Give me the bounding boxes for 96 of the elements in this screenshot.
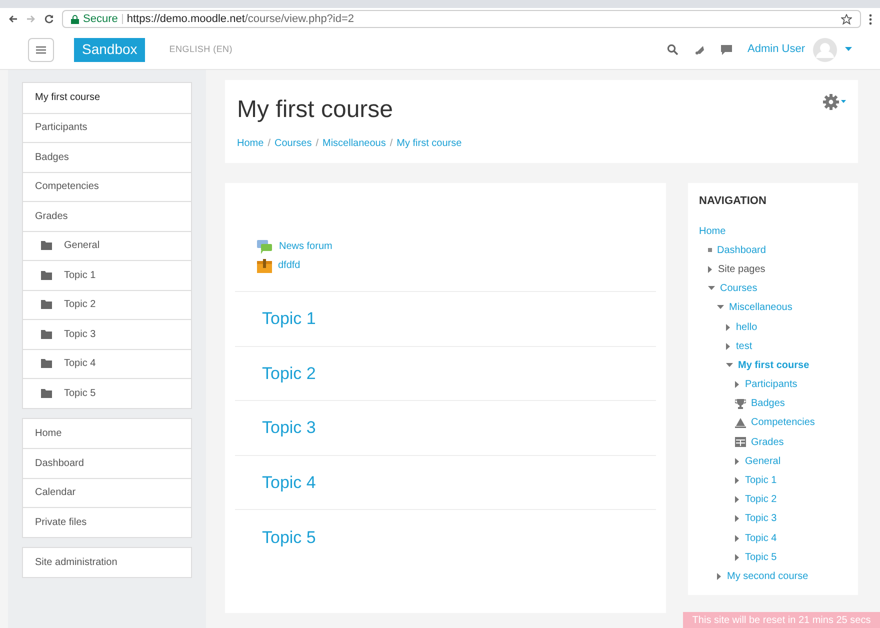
- sidebar-item[interactable]: Grades: [23, 201, 191, 230]
- nav-link[interactable]: Participants: [745, 377, 798, 392]
- nav-link[interactable]: My second course: [727, 568, 808, 584]
- sidebar-item[interactable]: Competencies: [23, 172, 191, 201]
- message-icon[interactable]: [720, 44, 732, 54]
- menu-button[interactable]: [28, 38, 54, 62]
- nav-link[interactable]: Miscellaneous: [729, 300, 792, 316]
- trophy-icon: [735, 398, 746, 409]
- folder-icon: [41, 300, 52, 310]
- sidebar-item[interactable]: Participants: [23, 112, 191, 142]
- folder-icon: [41, 359, 52, 368]
- breadcrumb-link[interactable]: My first course: [396, 136, 462, 151]
- nav-link[interactable]: Courses: [720, 281, 758, 296]
- back-icon[interactable]: [8, 14, 18, 24]
- caret-right-icon[interactable]: [735, 477, 740, 484]
- activity-link[interactable]: dfdfd: [278, 258, 300, 273]
- nav-link[interactable]: My first course: [738, 358, 810, 373]
- sidebar-item[interactable]: Dashboard: [23, 448, 191, 478]
- nav-link[interactable]: Topic 3: [745, 511, 777, 526]
- nav-link[interactable]: Competencies: [751, 415, 815, 430]
- activity-link[interactable]: News forum: [279, 239, 332, 254]
- topic-heading[interactable]: Topic 3: [262, 415, 316, 440]
- caret-right-icon[interactable]: [735, 381, 740, 388]
- breadcrumb-separator: /: [268, 137, 270, 151]
- secure-label: Secure: [83, 12, 118, 27]
- forum-icon: [257, 240, 273, 254]
- search-icon[interactable]: [666, 44, 678, 55]
- sidebar-item[interactable]: Badges: [23, 142, 191, 172]
- nav-link[interactable]: Home: [699, 224, 726, 239]
- caret-right-icon[interactable]: [735, 458, 740, 465]
- lock-icon: [71, 14, 79, 24]
- caret-down-icon[interactable]: [726, 362, 733, 368]
- caret-icon[interactable]: [845, 47, 852, 52]
- folder-icon: [41, 270, 52, 280]
- nav-link[interactable]: Badges: [751, 396, 785, 412]
- sidebar-item[interactable]: Topic 1: [23, 260, 191, 290]
- caret-right-icon[interactable]: [735, 496, 740, 504]
- topic-heading[interactable]: Topic 5: [262, 524, 316, 550]
- caret-down-icon[interactable]: [717, 305, 724, 310]
- breadcrumb-link[interactable]: Home: [237, 136, 264, 151]
- topic-heading[interactable]: Topic 4: [262, 470, 316, 495]
- url-text: https://demo.moodle.net/course/view.php?id=2: [126, 12, 354, 27]
- sidebar-item[interactable]: My first course: [23, 83, 191, 112]
- menu-dots-icon[interactable]: [869, 14, 872, 24]
- breadcrumb-separator: /: [316, 137, 318, 151]
- sidebar-item[interactable]: Topic 3: [23, 319, 191, 348]
- nav-link[interactable]: Topic 2: [745, 492, 777, 508]
- folder-icon: [41, 241, 52, 250]
- sidebar-item[interactable]: Topic 2: [23, 290, 191, 319]
- caret-right-icon[interactable]: [708, 266, 713, 273]
- nav-link[interactable]: test: [736, 338, 752, 354]
- table-icon: [735, 437, 746, 448]
- topic-heading[interactable]: Topic 1: [262, 306, 316, 332]
- address-bar[interactable]: Secure https://demo.moodle.net/course/view.php?id=2: [62, 10, 861, 28]
- package-icon: [257, 259, 272, 273]
- sidebar-item[interactable]: Home: [23, 418, 191, 448]
- sidebar-item[interactable]: Topic 5: [23, 378, 191, 408]
- sidebar-item[interactable]: Site administration: [23, 548, 191, 577]
- nav-link[interactable]: Dashboard: [717, 242, 766, 258]
- nav-link[interactable]: Topic 5: [745, 550, 777, 565]
- menu-icon: [36, 46, 46, 54]
- bullet-icon: [708, 248, 712, 252]
- pyramid-icon: [735, 418, 746, 428]
- nav-category[interactable]: Site pages: [718, 262, 766, 277]
- nav-link[interactable]: Topic 4: [745, 530, 777, 546]
- nav-link[interactable]: General: [745, 454, 781, 469]
- block-title: NAVIGATION: [699, 194, 768, 209]
- nav-link[interactable]: hello: [736, 320, 758, 335]
- caret-right-icon[interactable]: [726, 342, 731, 350]
- caret-right-icon[interactable]: [726, 324, 731, 331]
- star-icon[interactable]: [841, 14, 852, 24]
- user-name[interactable]: Admin User: [748, 41, 805, 58]
- sidebar-item[interactable]: Calendar: [23, 478, 191, 507]
- breadcrumb-link[interactable]: Miscellaneous: [322, 136, 386, 151]
- caret-down-icon[interactable]: [708, 286, 715, 292]
- caret-right-icon[interactable]: [735, 515, 740, 522]
- page-title: My first course: [237, 95, 394, 125]
- language-menu[interactable]: ENGLISH (EN): [169, 42, 232, 56]
- reload-icon[interactable]: [44, 14, 54, 24]
- caret-right-icon[interactable]: [735, 534, 740, 542]
- caret-icon[interactable]: [841, 100, 846, 104]
- breadcrumb-link[interactable]: Courses: [274, 136, 312, 151]
- sidebar-item[interactable]: Topic 4: [23, 348, 191, 378]
- settings-icon[interactable]: [823, 94, 839, 110]
- folder-icon: [41, 330, 52, 339]
- breadcrumb-separator: /: [390, 137, 393, 151]
- reset-notice: This site will be reset in 21 mins 25 secs: [683, 612, 880, 628]
- caret-right-icon[interactable]: [717, 572, 722, 580]
- sidebar-item[interactable]: Private files: [23, 507, 191, 536]
- site-logo[interactable]: Sandbox: [74, 38, 146, 62]
- nav-link[interactable]: Grades: [751, 434, 784, 450]
- caret-right-icon[interactable]: [735, 554, 740, 561]
- nav-link[interactable]: Topic 1: [745, 473, 777, 488]
- folder-icon: [41, 388, 52, 398]
- topic-heading[interactable]: Topic 2: [262, 360, 316, 386]
- sidebar-item[interactable]: General: [23, 230, 191, 260]
